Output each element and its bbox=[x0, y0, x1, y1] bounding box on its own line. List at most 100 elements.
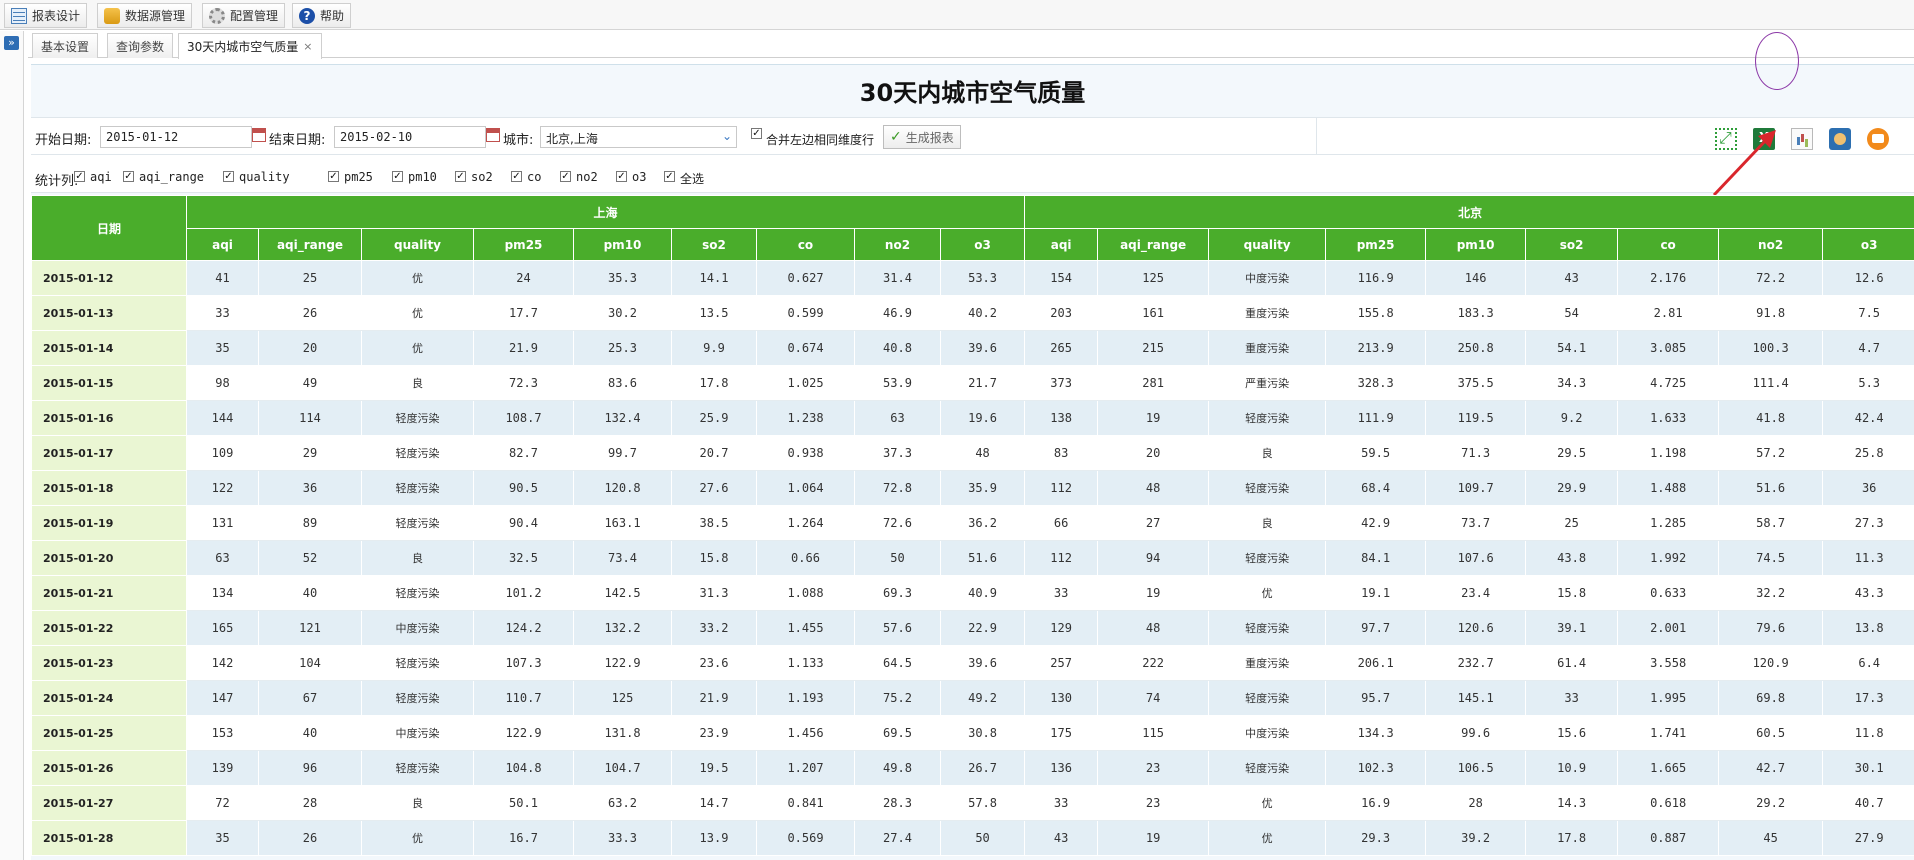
table-cell-shanghai-aqi-range: 40 bbox=[258, 575, 362, 611]
merge-rows-checkbox[interactable]: ✓ bbox=[751, 128, 762, 139]
table-cell-beijing-pm25: 206.1 bbox=[1325, 645, 1427, 681]
table-cell-beijing-aqi: 66 bbox=[1024, 505, 1099, 541]
column-header-aqi-range: aqi_range bbox=[1097, 228, 1210, 261]
chart-icon[interactable] bbox=[1791, 128, 1813, 150]
table-cell-beijing-pm10: 119.5 bbox=[1425, 400, 1527, 436]
column-header-pm25: pm25 bbox=[473, 228, 574, 261]
end-date-input[interactable]: 2015-02-10 bbox=[334, 126, 486, 148]
table-cell-shanghai-o3: 22.9 bbox=[939, 610, 1026, 646]
tab-query-params[interactable]: 查询参数 bbox=[107, 33, 174, 58]
calendar-icon[interactable] bbox=[486, 128, 500, 142]
stat-checkbox-so2[interactable]: ✓ bbox=[455, 171, 466, 182]
table-cell-beijing-no2: 45 bbox=[1718, 820, 1824, 856]
menu-help[interactable]: ? 帮助 bbox=[292, 3, 352, 28]
close-icon[interactable]: × bbox=[303, 40, 312, 53]
date-cell: 2015-01-25 bbox=[31, 715, 187, 751]
column-header-so2: so2 bbox=[1525, 228, 1619, 261]
tab-air-quality-report[interactable]: 30天内城市空气质量 × bbox=[178, 33, 322, 59]
table-row: 2015-01-25 153 40 中度污染 122.9 131.8 23.9 1.456 69… bbox=[31, 715, 1914, 751]
stat-checkbox-pm10[interactable]: ✓ bbox=[392, 171, 403, 182]
table-cell-beijing-o3: 4.7 bbox=[1822, 330, 1914, 366]
table-cell-shanghai-no2: 63 bbox=[854, 400, 941, 436]
table-cell-shanghai-o3: 36.2 bbox=[939, 505, 1026, 541]
table-cell-beijing-o3: 17.3 bbox=[1822, 680, 1914, 716]
stat-checkbox-co[interactable]: ✓ bbox=[511, 171, 522, 182]
menu-report-design[interactable]: 报表设计 bbox=[4, 3, 88, 28]
city-select[interactable]: 北京,上海 ⌄ bbox=[540, 126, 737, 148]
date-cell: 2015-01-14 bbox=[31, 330, 187, 366]
stat-checkbox-quality[interactable]: ✓ bbox=[223, 171, 234, 182]
table-cell-beijing-aqi-range: 125 bbox=[1097, 260, 1210, 296]
expand-sidebar-icon[interactable]: » bbox=[4, 36, 19, 50]
table-cell-beijing-aqi: 138 bbox=[1024, 400, 1099, 436]
stat-checkbox-aqi-range[interactable]: ✓ bbox=[123, 171, 134, 182]
table-cell-beijing-aqi-range: 19 bbox=[1097, 820, 1210, 856]
table-cell-shanghai-so2: 13.5 bbox=[671, 295, 757, 331]
fullscreen-icon[interactable] bbox=[1715, 128, 1737, 150]
table-cell-beijing-quality: 良 bbox=[1208, 435, 1327, 471]
stat-checkbox-no2[interactable]: ✓ bbox=[560, 171, 571, 182]
table-row: 2015-01-27 72 28 良 50.1 63.2 14.7 0.841 28.3 57.8… bbox=[31, 785, 1914, 821]
table-cell-beijing-so2: 25 bbox=[1525, 505, 1619, 541]
menu-label: 配置管理 bbox=[230, 9, 279, 23]
table-cell-shanghai-aqi: 63 bbox=[186, 540, 259, 576]
table-cell-shanghai-co: 1.133 bbox=[756, 645, 855, 681]
column-header-co: co bbox=[756, 228, 855, 261]
table-cell-shanghai-quality: 良 bbox=[361, 540, 474, 576]
table-cell-beijing-no2: 79.6 bbox=[1718, 610, 1824, 646]
check-icon: ✓ bbox=[890, 129, 902, 145]
generate-report-button[interactable]: ✓ 生成报表 bbox=[883, 125, 961, 149]
table-cell-beijing-co: 1.665 bbox=[1617, 750, 1720, 786]
table-cell-shanghai-quality: 轻度污染 bbox=[361, 750, 474, 786]
column-header-aqi: aqi bbox=[1024, 228, 1099, 261]
excel-export-icon[interactable]: X bbox=[1753, 128, 1775, 150]
select-all-checkbox[interactable]: ✓ bbox=[664, 171, 675, 182]
stat-checkbox-aqi[interactable]: ✓ bbox=[74, 171, 85, 182]
table-cell-shanghai-pm25: 90.5 bbox=[473, 470, 574, 506]
table-cell-shanghai-no2: 57.6 bbox=[854, 610, 941, 646]
table-cell-beijing-so2: 17.8 bbox=[1525, 820, 1619, 856]
stat-checkbox-pm25[interactable]: ✓ bbox=[328, 171, 339, 182]
table-cell-beijing-aqi-range: 19 bbox=[1097, 575, 1210, 611]
table-cell-shanghai-no2: 69.5 bbox=[854, 715, 941, 751]
date-cell: 2015-01-26 bbox=[31, 750, 187, 786]
stat-label-so2: so2 bbox=[471, 170, 493, 184]
date-cell: 2015-01-21 bbox=[31, 575, 187, 611]
table-row: 2015-01-14 35 20 优 21.9 25.3 9.9 0.674 40.8 39.6 2… bbox=[31, 330, 1914, 366]
table-cell-beijing-aqi: 112 bbox=[1024, 540, 1099, 576]
start-date-input[interactable]: 2015-01-12 bbox=[100, 126, 252, 148]
table-cell-beijing-no2: 111.4 bbox=[1718, 365, 1824, 401]
air-quality-table: 日期 上海 北京 aqi aqi_range quality pm25 pm10 so2 c… bbox=[31, 195, 1914, 856]
column-header-aqi: aqi bbox=[186, 228, 259, 261]
user-export-icon[interactable] bbox=[1829, 128, 1851, 150]
menu-config[interactable]: 配置管理 bbox=[202, 3, 286, 28]
calendar-icon[interactable] bbox=[252, 128, 266, 142]
stat-checkbox-o3[interactable]: ✓ bbox=[616, 171, 627, 182]
table-cell-shanghai-aqi: 98 bbox=[186, 365, 259, 401]
table-cell-beijing-so2: 14.3 bbox=[1525, 785, 1619, 821]
table-cell-shanghai-pm25: 90.4 bbox=[473, 505, 574, 541]
table-cell-shanghai-o3: 48 bbox=[939, 435, 1026, 471]
report-title: 30天内城市空气质量 bbox=[859, 79, 1086, 107]
table-cell-beijing-quality: 轻度污染 bbox=[1208, 680, 1327, 716]
stat-label-aqi-range: aqi_range bbox=[139, 170, 205, 184]
table-cell-shanghai-pm25: 101.2 bbox=[473, 575, 574, 611]
table-cell-shanghai-o3: 35.9 bbox=[939, 470, 1026, 506]
menu-datasource[interactable]: 数据源管理 bbox=[97, 3, 193, 28]
table-cell-beijing-o3: 27.9 bbox=[1822, 820, 1914, 856]
table-cell-beijing-co: 2.176 bbox=[1617, 260, 1720, 296]
table-cell-shanghai-co: 1.207 bbox=[756, 750, 855, 786]
table-cell-shanghai-no2: 64.5 bbox=[854, 645, 941, 681]
table-cell-beijing-co: 0.633 bbox=[1617, 575, 1720, 611]
table-row: 2015-01-21 134 40 轻度污染 101.2 142.5 31.3 1.088 69… bbox=[31, 575, 1914, 611]
table-cell-beijing-pm10: 106.5 bbox=[1425, 750, 1527, 786]
tab-bar: 基本设置 查询参数 30天内城市空气质量 × bbox=[28, 31, 1914, 59]
table-cell-shanghai-no2: 75.2 bbox=[854, 680, 941, 716]
table-cell-beijing-so2: 9.2 bbox=[1525, 400, 1619, 436]
table-cell-shanghai-aqi-range: 49 bbox=[258, 365, 362, 401]
table-cell-shanghai-so2: 23.9 bbox=[671, 715, 757, 751]
tab-basic-settings[interactable]: 基本设置 bbox=[32, 33, 99, 58]
message-icon[interactable] bbox=[1867, 128, 1889, 150]
table-cell-beijing-aqi-range: 161 bbox=[1097, 295, 1210, 331]
table-cell-shanghai-aqi-range: 28 bbox=[258, 785, 362, 821]
